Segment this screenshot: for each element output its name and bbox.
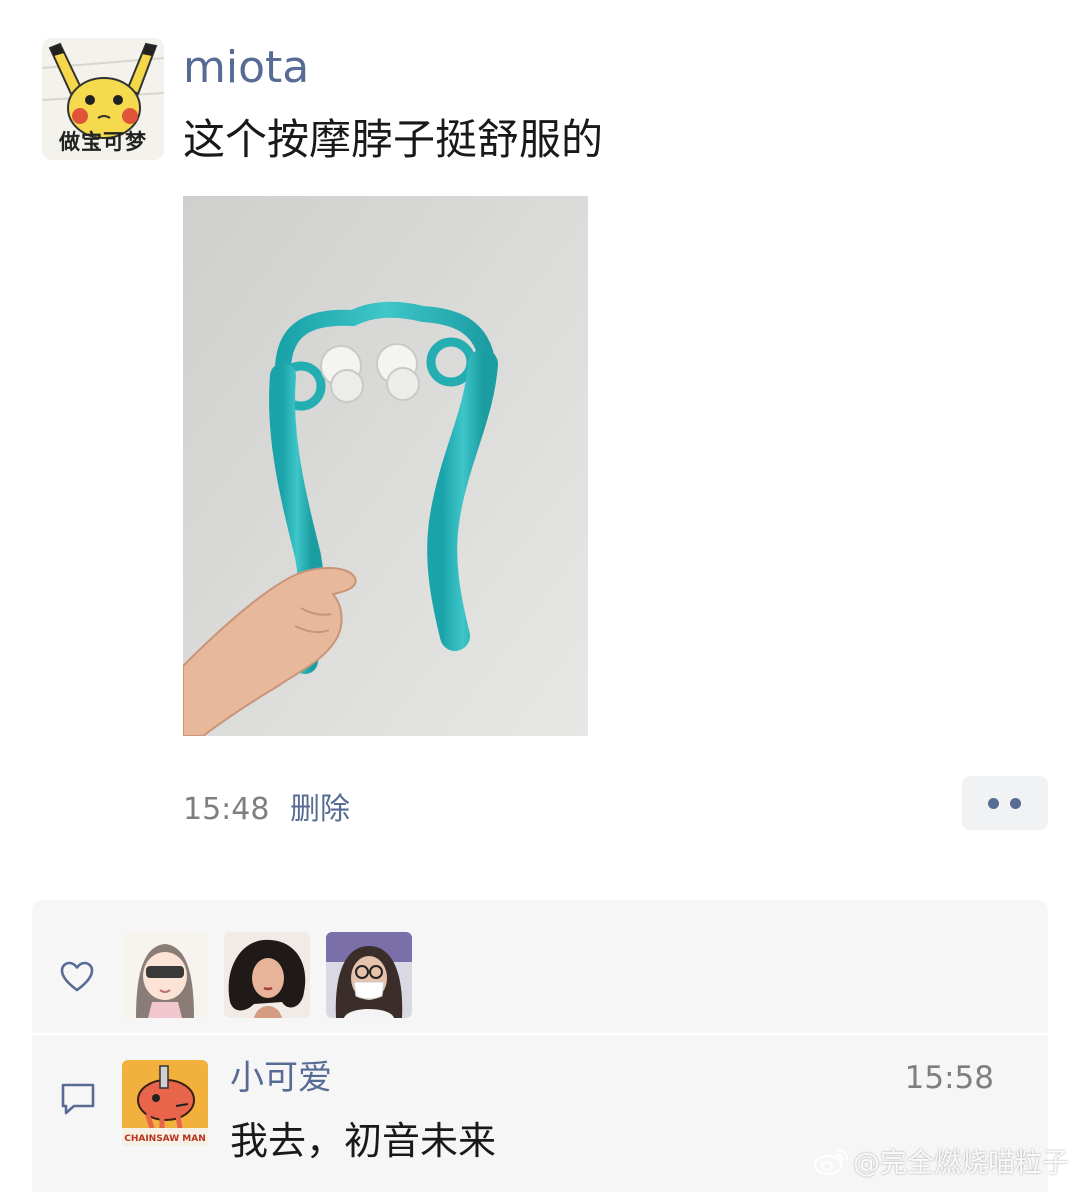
post-text: 这个按摩脖子挺舒服的 bbox=[183, 115, 604, 164]
commenter-name[interactable]: 小可爱 bbox=[230, 1056, 332, 1100]
comment-time: 15:58 bbox=[904, 1060, 994, 1096]
post-time: 15:48 bbox=[183, 792, 270, 827]
heart-icon bbox=[60, 961, 94, 992]
liker-avatar[interactable] bbox=[224, 932, 310, 1018]
comment-text[interactable]: 我去，初音未来 bbox=[230, 1116, 496, 1166]
delete-link[interactable]: 删除 bbox=[290, 790, 350, 830]
commenter-avatar[interactable]: CHAINSAW MAN bbox=[122, 1060, 208, 1146]
chainsaw-man-avatar-image: CHAINSAW MAN bbox=[122, 1060, 208, 1146]
more-dot-icon bbox=[988, 798, 999, 809]
author-avatar[interactable]: 做宝可梦 bbox=[42, 38, 164, 160]
liker-avatar[interactable] bbox=[326, 932, 412, 1018]
masked-person-avatar-image bbox=[326, 932, 412, 1018]
more-actions-button[interactable] bbox=[962, 776, 1048, 830]
watermark: @完全燃烧喵粒子 bbox=[813, 1141, 1069, 1180]
comment-icon bbox=[61, 1083, 95, 1115]
anime-girl-avatar-image bbox=[122, 932, 208, 1018]
avatar-caption: 做宝可梦 bbox=[59, 130, 147, 154]
liker-avatar[interactable] bbox=[122, 932, 208, 1018]
more-dot-icon bbox=[1010, 798, 1021, 809]
likes-row bbox=[32, 900, 1048, 1035]
watermark-text: @完全燃烧喵粒子 bbox=[853, 1148, 1069, 1179]
neck-massager-image bbox=[183, 196, 588, 736]
post-author-name[interactable]: miota bbox=[183, 40, 309, 96]
weibo-icon bbox=[813, 1148, 849, 1175]
post-photo[interactable] bbox=[183, 196, 588, 736]
commenter-avatar-caption: CHAINSAW MAN bbox=[124, 1134, 206, 1144]
curly-hair-girl-avatar-image bbox=[224, 932, 310, 1018]
